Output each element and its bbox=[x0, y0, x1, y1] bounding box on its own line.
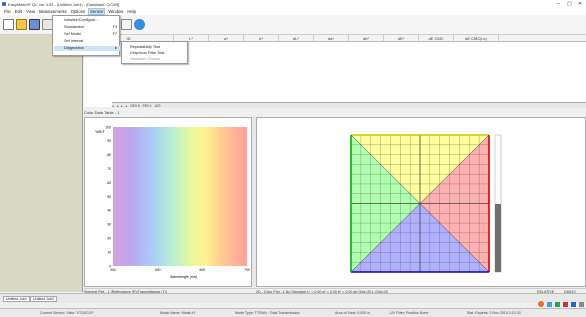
menu-item-hardware-checks: Hardware Checks bbox=[130, 57, 161, 61]
x-axis-label: Wavelength (nm) bbox=[170, 275, 197, 279]
tool-icon[interactable] bbox=[547, 302, 552, 307]
x-tick-label: 700 bbox=[244, 268, 250, 272]
col-db[interactable]: db* bbox=[349, 35, 384, 41]
status-uv-filter: UV Filter: Position None bbox=[390, 311, 429, 315]
menu-item-initialize[interactable]: Initialize/Configure... bbox=[54, 18, 120, 23]
y-axis-label: %R/T bbox=[95, 129, 106, 134]
doc-tab-job2[interactable]: Untitled Job2 bbox=[30, 296, 57, 302]
save-icon[interactable] bbox=[29, 19, 40, 30]
col-de-cmc-lc[interactable]: dE CMC(l:c) bbox=[454, 35, 499, 41]
maximize-button[interactable]: ▢ bbox=[567, 1, 572, 7]
spectral-plot[interactable]: %R/T Wavelength (nm) 0102030405060708090… bbox=[85, 118, 253, 288]
nav-prev-icon[interactable]: ◂ bbox=[117, 104, 119, 108]
menu-help[interactable]: Help bbox=[127, 9, 136, 14]
y-tick-label: 100 bbox=[105, 125, 111, 129]
nav-first-icon[interactable]: ◂ bbox=[112, 104, 114, 108]
sensor-menu-dropdown: Initialize/Configure... Standardize F4 Se… bbox=[52, 15, 120, 56]
col-de-cmc[interactable]: dE CMC bbox=[419, 35, 454, 41]
status-mode-type: Mode Type: TTRAN - Total Transmission bbox=[235, 311, 300, 315]
cielab-plot-pane bbox=[256, 117, 586, 287]
minimize-button[interactable]: – bbox=[557, 1, 560, 7]
spectral-plot-pane: %R/T Wavelength (nm) 0 10 20 30 40 50 60 70 80 90… bbox=[84, 117, 252, 287]
menu-item-standardize[interactable]: Standardize F4 bbox=[54, 25, 120, 30]
menu-file[interactable]: File bbox=[4, 9, 11, 14]
menu-window[interactable]: Window bbox=[108, 9, 123, 14]
y-tick-label: 40 bbox=[107, 209, 111, 213]
sheet-tab[interactable]: A70 bbox=[155, 104, 161, 108]
diagnostics-submenu: Repeatability Test Didymium Filter Test … bbox=[121, 41, 188, 64]
tool-icon[interactable] bbox=[563, 302, 568, 307]
nav-last-icon[interactable]: ▸ bbox=[126, 104, 128, 108]
status-mode-name: Mode Name: Mode #1 bbox=[160, 311, 196, 315]
status-sensor: Current Sensor: Vista "VTG0C19" bbox=[40, 311, 94, 315]
y-tick-label: 90 bbox=[107, 139, 111, 143]
close-button[interactable]: ✕ bbox=[578, 1, 582, 7]
menu-item-set-model[interactable]: Set Model F7 bbox=[54, 32, 120, 37]
menu-view[interactable]: View bbox=[26, 9, 35, 14]
tool-icon[interactable] bbox=[579, 302, 584, 307]
col-de[interactable]: dE* bbox=[384, 35, 419, 41]
menu-item-diagnostics[interactable]: Diagnostics ▸ bbox=[54, 46, 120, 51]
spectrum-background bbox=[113, 127, 247, 266]
menu-bar: File Edit View Measurements Options Sens… bbox=[0, 8, 586, 15]
sheet-tabs: ◂ ◂ ▸ ▸ DEV 5 PEX 1 A70 bbox=[112, 102, 586, 108]
x-tick-label: 600 bbox=[199, 268, 205, 272]
x-tick-label: 500 bbox=[155, 268, 161, 272]
job-panel bbox=[0, 35, 83, 292]
y-tick-label: 70 bbox=[107, 167, 111, 171]
doc-tab-job1[interactable]: Untitled Job1 bbox=[3, 296, 30, 302]
menu-item-set-interval[interactable]: Set Interval bbox=[54, 39, 120, 44]
y-tick-label: 20 bbox=[107, 237, 111, 241]
menu-measurements[interactable]: Measurements bbox=[39, 9, 67, 14]
new-file-icon[interactable] bbox=[3, 19, 14, 30]
status-bar: Current Sensor: Vista "VTG0C19" Mode Nam… bbox=[0, 308, 586, 317]
y-tick-label: 60 bbox=[107, 181, 111, 185]
lightness-bar-bottom bbox=[495, 204, 501, 272]
menu-edit[interactable]: Edit bbox=[15, 9, 22, 14]
sheet-tab[interactable]: DEV 5 bbox=[130, 104, 139, 108]
help-icon[interactable] bbox=[134, 19, 145, 30]
y-tick-label: 30 bbox=[107, 223, 111, 227]
y-tick-label: 80 bbox=[107, 153, 111, 157]
tool-icon[interactable] bbox=[571, 302, 576, 307]
col-da[interactable]: da* bbox=[314, 35, 349, 41]
y-tick-label: 10 bbox=[107, 250, 111, 254]
sheet-tab[interactable]: PEX 1 bbox=[143, 104, 152, 108]
tool-icon[interactable] bbox=[555, 302, 560, 307]
document-tabs: Untitled Job1 Untitled Job2 bbox=[0, 293, 586, 303]
col-b[interactable]: b* bbox=[244, 35, 279, 41]
window-title: EasyMatch® QC ver 4.93 - [Untitled Job1]… bbox=[8, 1, 120, 7]
alert-icon[interactable] bbox=[538, 301, 544, 307]
submenu-arrow-icon: ▸ bbox=[115, 46, 117, 50]
col-a[interactable]: a* bbox=[209, 35, 244, 41]
menu-item-repeatability-test[interactable]: Repeatability Test bbox=[123, 45, 188, 50]
title-bar: EasyMatch® QC ver 4.93 - [Untitled Job1]… bbox=[0, 0, 586, 8]
x-tick-label: 400 bbox=[110, 268, 116, 272]
color-data-label: Color Data Table - 1 bbox=[84, 110, 120, 115]
nav-next-icon[interactable]: ▸ bbox=[121, 104, 123, 108]
y-tick-label: 50 bbox=[107, 195, 111, 199]
open-folder-icon[interactable] bbox=[16, 19, 27, 30]
sensor-tool-icon[interactable] bbox=[121, 19, 132, 30]
menu-item-didymium-filter-test[interactable]: Didymium Filter Test bbox=[123, 51, 188, 56]
cielab-plot[interactable] bbox=[257, 118, 586, 288]
menu-sensor[interactable]: Sensor bbox=[88, 8, 106, 15]
menu-options[interactable]: Options bbox=[71, 9, 85, 14]
app-icon bbox=[2, 2, 6, 6]
col-dl[interactable]: dL* bbox=[279, 35, 314, 41]
status-stat-expires: Stat. Expires: 3 Nov 2018 2:12:33 bbox=[467, 311, 521, 315]
status-area-of-view: Area of View: 0.000 in bbox=[335, 311, 371, 315]
